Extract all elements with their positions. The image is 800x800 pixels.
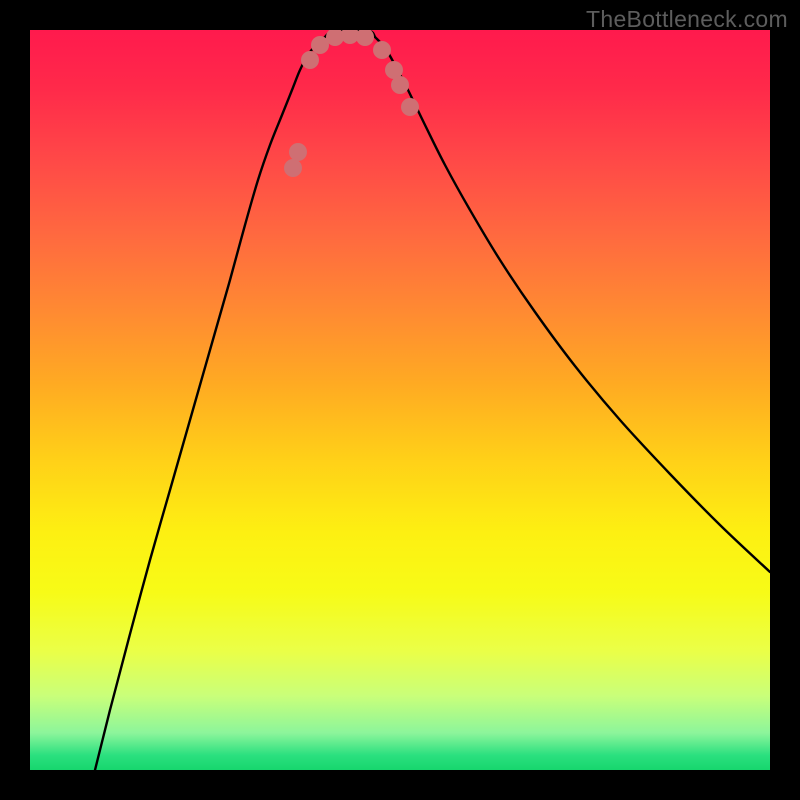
plot-area [30,30,770,770]
marker-point [401,98,419,116]
line-right-branch [375,37,770,572]
watermark-text: TheBottleneck.com [586,6,788,33]
line-left-branch [95,37,325,770]
chart-svg [30,30,770,770]
marker-point [373,41,391,59]
line-series-group [95,30,770,770]
chart-stage: TheBottleneck.com [0,0,800,800]
marker-group [284,30,419,177]
marker-point [301,51,319,69]
marker-point [391,76,409,94]
marker-point [284,159,302,177]
marker-point [289,143,307,161]
marker-point [356,30,374,46]
